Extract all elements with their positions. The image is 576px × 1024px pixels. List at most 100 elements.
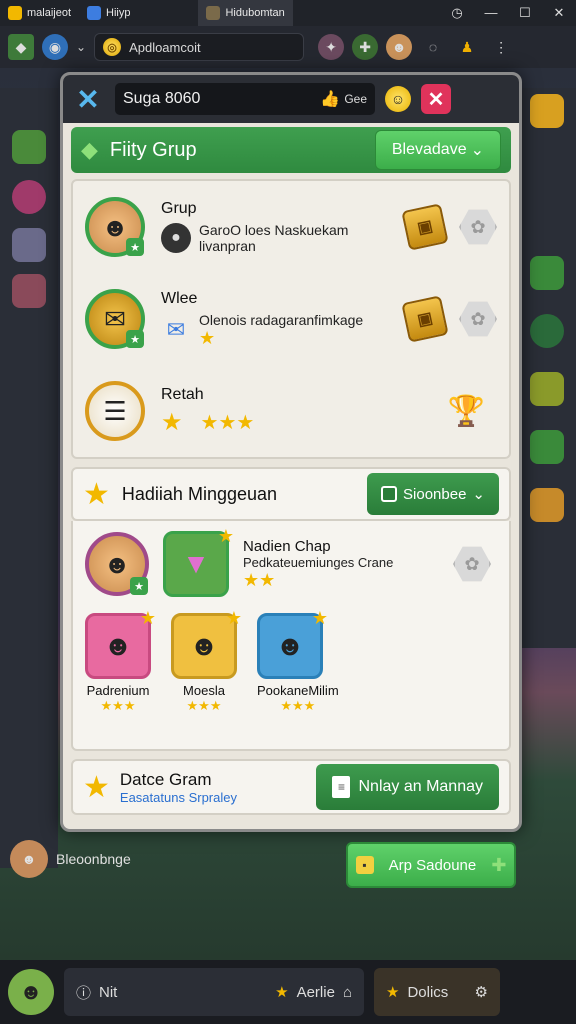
- address-field[interactable]: ◎ Apdloamcoit: [94, 33, 305, 61]
- gift-icon[interactable]: ✦: [318, 34, 345, 60]
- close-dialog-button[interactable]: ✕: [421, 84, 451, 114]
- sidebar-item-1[interactable]: [12, 130, 46, 164]
- locked-badge-icon: ✿: [459, 209, 497, 245]
- star-rating: ★★★: [100, 698, 136, 713]
- star-rating: ★★★: [200, 411, 255, 434]
- task-row[interactable]: ☻ ★ Grup ● GaroO loes Naskuekam livanpran…: [73, 181, 509, 273]
- reward-chest-icon[interactable]: ▣: [401, 203, 449, 251]
- featured-item-tile[interactable]: ▼ ★: [163, 526, 234, 597]
- toolbar: ◆ ◉ ⌄ ◎ Apdloamcoit ✦ ✚ ☻ ◌ ♟ ⋮: [0, 26, 576, 68]
- home-icon[interactable]: ⌂: [343, 984, 352, 1001]
- locked-badge-icon: ✿: [459, 301, 497, 337]
- gee-label: Gee: [344, 92, 367, 106]
- document-icon: ≡: [332, 776, 351, 798]
- tab-2[interactable]: Hiiyp: [79, 0, 138, 26]
- chat-mid-label: Aerlie: [296, 983, 335, 1001]
- clock-icon[interactable]: ◷: [440, 5, 474, 21]
- puzzle-icon[interactable]: ✚: [352, 34, 379, 60]
- task-row[interactable]: ☰ Retah ★ ★★★ 🏆: [73, 365, 509, 457]
- daily-reward-row: ★ Datce Gram Easatatuns Srpraley ≡ Nnlay…: [71, 759, 511, 815]
- sidebar-r-item-2[interactable]: [530, 256, 564, 290]
- header-field[interactable]: Suga 8060 👍 Gee: [115, 83, 375, 115]
- sidebar-item-2[interactable]: [12, 180, 46, 214]
- sidebar-r-item-3[interactable]: [530, 314, 564, 348]
- globe-icon[interactable]: ◉: [42, 34, 68, 60]
- close-window-button[interactable]: ✕: [542, 5, 576, 21]
- task-list: ☻ ★ Grup ● GaroO loes Naskuekam livanpran…: [71, 179, 511, 459]
- right-sidebar: [520, 88, 576, 648]
- side-user-name: Bleoonbnge: [56, 851, 131, 867]
- chevron-down-icon[interactable]: ⌄: [76, 40, 86, 54]
- more-icon[interactable]: ⋮: [488, 34, 514, 60]
- task-body: Wlee ✉ Olenois radagaranfimkage ★: [161, 290, 405, 349]
- weekly-dropdown-button[interactable]: Sioonbee ⌄: [367, 473, 499, 515]
- trophy-icon[interactable]: 🏆: [448, 394, 485, 429]
- star-icon: ★: [386, 984, 400, 1001]
- gee-button[interactable]: 👍 Gee: [320, 89, 367, 109]
- daily-subtitle[interactable]: Easatatuns Srpraley: [120, 790, 237, 805]
- info-icon: ⓘ: [76, 984, 92, 1002]
- section-dropdown-button[interactable]: Blevadave ⌄: [374, 130, 501, 170]
- sidebar-item-3[interactable]: [12, 228, 46, 262]
- reward-chest-icon[interactable]: ▣: [401, 295, 449, 343]
- task-body: Retah ★ ★★★: [161, 386, 448, 437]
- reward-tile[interactable]: ☻ ★ PookaneMilim ★★★: [257, 608, 339, 714]
- sidebar-item-4[interactable]: [12, 274, 46, 308]
- sidebar-r-item-6[interactable]: [530, 488, 564, 522]
- emoji-icon[interactable]: ☺: [385, 86, 411, 112]
- tab-3[interactable]: Hidubomtan: [198, 0, 293, 26]
- dialog-header: ✕ Suga 8060 👍 Gee ☺ ✕: [63, 75, 519, 123]
- task-subtitle: ✉ Olenois radagaranfimkage ★: [161, 312, 405, 349]
- chat-input-text: Nit: [99, 983, 118, 1001]
- profile-avatar[interactable]: ☻: [386, 34, 413, 60]
- chat-input[interactable]: ⓘ Nit ★ Aerlie ⌂: [64, 968, 364, 1016]
- player-avatar[interactable]: ☻: [8, 969, 54, 1015]
- task-row[interactable]: ✉ ★ Wlee ✉ Olenois radagaranfimkage ★ ▣ ✿: [73, 273, 509, 365]
- daily-action-button[interactable]: ≡ Nnlay an Mannay: [316, 764, 499, 810]
- task-desc-line2: livanpran: [199, 238, 256, 254]
- reward-tile[interactable]: ☻ ★ Moesla ★★★: [171, 608, 242, 714]
- task-subtitle: ★ ★★★: [161, 408, 448, 437]
- outside-action-label: Arp Sadoune: [388, 856, 477, 874]
- task-desc-line1: Olenois radagaranfimkage: [199, 311, 364, 328]
- sidebar-r-item-1[interactable]: [530, 94, 564, 128]
- window-titlebar: malaijeot Hiiyp Hidubomtan ◷ — ☐ ✕: [0, 0, 576, 26]
- bell-icon[interactable]: ♟: [454, 34, 480, 60]
- featured-title: Nadien Chap: [243, 537, 331, 555]
- mask-icon: ●: [161, 223, 191, 253]
- address-text: Apdloamcoit: [129, 39, 201, 55]
- featured-reward: ☻ ★ ▼ ★ Nadien Chap Pedkateuemiunges Cran…: [85, 526, 497, 597]
- locked-badge-icon: ✿: [453, 546, 491, 582]
- dolics-button[interactable]: ★ Dolics ⚙: [374, 968, 500, 1016]
- task-body: Grup ● GaroO loes Naskuekam livanpran: [161, 200, 405, 254]
- shield-icon[interactable]: ◌: [420, 34, 446, 60]
- gear-icon: ⚙: [474, 984, 488, 1001]
- reward-tile[interactable]: ☻ ★ Padrenium ★★★: [85, 608, 156, 714]
- coin-icon: ◎: [103, 38, 122, 56]
- thumb-icon: 👍: [320, 91, 341, 108]
- minimize-button[interactable]: —: [474, 5, 508, 21]
- check-icon: ★: [126, 330, 144, 348]
- task-desc-line1: GaroO loes Naskuekam: [199, 222, 349, 238]
- tab-1[interactable]: malaijeot: [0, 0, 79, 26]
- app-icon: [8, 6, 22, 20]
- group-section-header: ◆ Fiity Grup Blevadave ⌄: [71, 127, 511, 173]
- star-icon: ★: [83, 477, 110, 511]
- left-sidebar: [0, 88, 58, 868]
- side-user[interactable]: ☻ Bleoonbnge: [10, 840, 131, 878]
- outside-action-button[interactable]: ▪ Arp Sadoune ✚: [346, 842, 516, 888]
- star-rating: ★: [199, 327, 216, 348]
- star-rating: ★★★: [280, 698, 316, 713]
- sidebar-r-item-5[interactable]: [530, 430, 564, 464]
- sidebar-r-item-4[interactable]: [530, 372, 564, 406]
- tab-label: malaijeot: [27, 7, 72, 19]
- tab-label: Hidubomtan: [225, 7, 285, 19]
- weekly-reward-panel: ☻ ★ ▼ ★ Nadien Chap Pedkateuemiunges Cran…: [71, 521, 511, 751]
- maximize-button[interactable]: ☐: [508, 5, 542, 21]
- game-cube-icon[interactable]: ◆: [8, 34, 34, 60]
- task-title: Wlee: [161, 289, 198, 307]
- featured-text: Nadien Chap Pedkateuemiunges Crane ★★: [243, 538, 425, 591]
- star-rating: ★★★: [186, 698, 222, 713]
- check-icon: ★: [130, 577, 148, 595]
- star-rating: ★★: [243, 569, 276, 590]
